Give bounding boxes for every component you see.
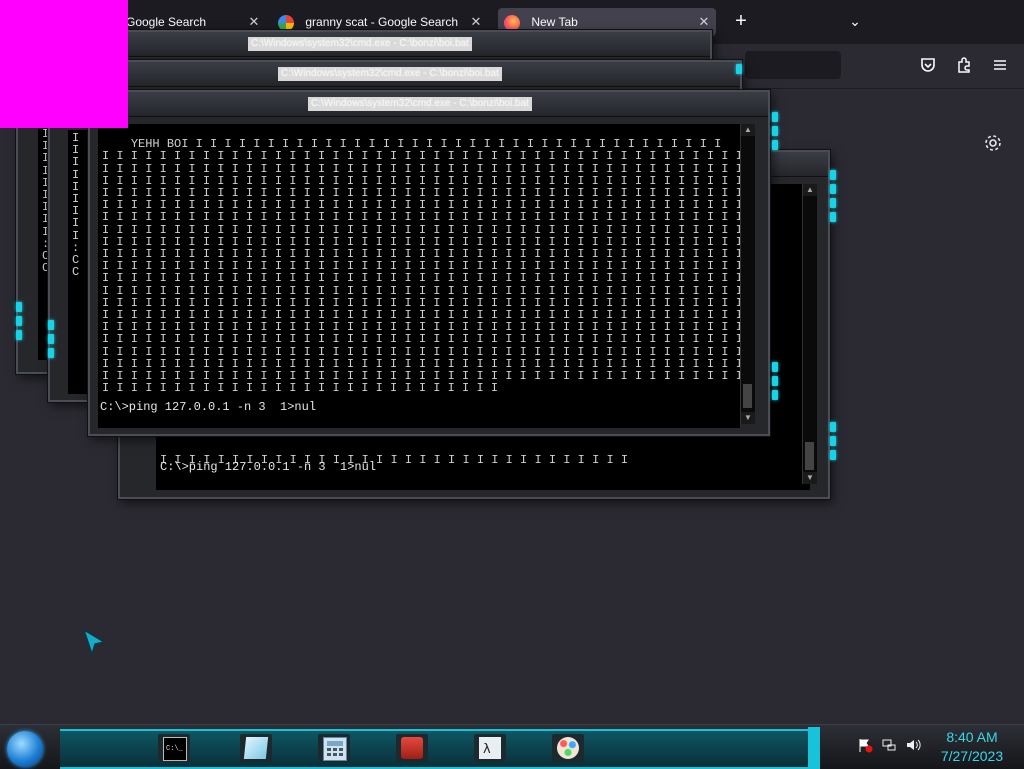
- taskbar-toolbox[interactable]: [396, 734, 428, 762]
- taskbar: C:\_ λ 8:40 AM 7/27/2023: [0, 724, 1024, 769]
- cyan-studs-decoration: [736, 64, 742, 78]
- google-icon: [278, 14, 294, 31]
- cyan-studs-decoration: [830, 170, 836, 226]
- cmd-window-title: C:\Windows\system32\cmd.exe - C:\bonzi\b…: [308, 97, 532, 111]
- notes-icon: [243, 737, 269, 759]
- calculator-icon: [323, 737, 347, 761]
- scroll-up-arrow-icon[interactable]: ▲: [741, 124, 755, 136]
- cmd-window-front[interactable]: C:\Windows\system32\cmd.exe - C:\bonzi\b…: [88, 90, 778, 436]
- pocket-icon[interactable]: [918, 56, 938, 76]
- console-text: I I I I I I I I I : C C: [72, 131, 80, 280]
- system-clock[interactable]: 8:40 AM 7/27/2023: [930, 728, 1014, 766]
- taskbar-terminal[interactable]: λ: [474, 734, 506, 762]
- tab-label: New Tab: [531, 15, 578, 29]
- cmd-icon: C:\_: [163, 737, 187, 761]
- console-prompt: C:\>ping 127.0.0.1 -n 3 1>nul: [160, 460, 377, 474]
- console-text: YEHH BOI I I I I I I I I I I I I I I I I…: [102, 137, 740, 396]
- cyan-studs-decoration: [48, 320, 54, 362]
- toolbox-icon: [401, 737, 423, 759]
- taskbar-paint[interactable]: [552, 734, 584, 762]
- cmd-titlebar[interactable]: C:\Windows\system32\cmd.exe - C:\bonzi\b…: [70, 32, 710, 57]
- action-center-flag-icon[interactable]: [856, 737, 874, 755]
- tab-label: granny scat - Google Search: [305, 15, 459, 29]
- scroll-down-arrow-icon[interactable]: ▼: [741, 412, 755, 424]
- tab-label: Google Search: [126, 15, 207, 29]
- console-scrollbar[interactable]: ▲ ▼: [802, 184, 817, 484]
- cyan-studs-decoration: [772, 112, 778, 154]
- cyan-studs-decoration: [16, 302, 22, 344]
- mouse-cursor-icon: [82, 628, 108, 660]
- extensions-icon[interactable]: [954, 56, 974, 76]
- scroll-up-arrow-icon[interactable]: ▲: [803, 184, 817, 196]
- console-scrollbar[interactable]: ▲ ▼: [740, 124, 755, 424]
- taskbar-calculator[interactable]: [318, 734, 350, 762]
- cyan-studs-decoration: [830, 422, 836, 464]
- cmd-titlebar[interactable]: C:\Windows\system32\cmd.exe - C:\bonzi\b…: [94, 62, 740, 87]
- start-orb-icon[interactable]: [7, 731, 43, 767]
- cmd-window-title: C:\Windows\system32\cmd.exe - C:\bonzi\b…: [278, 67, 502, 81]
- paint-icon: [557, 737, 579, 759]
- svg-text:λ: λ: [483, 742, 491, 757]
- taskbar-notes[interactable]: [240, 734, 272, 762]
- taskbar-cmd[interactable]: C:\_: [158, 734, 190, 762]
- cmd-window-title: C:\Windows\system32\cmd.exe - C:\bonzi\b…: [248, 37, 472, 51]
- svg-text:C:\_: C:\_: [166, 745, 184, 753]
- firefox-icon: [504, 14, 520, 31]
- console-prompt: C:\>ping 127.0.0.1 -n 3 1>nul: [100, 400, 317, 414]
- volume-icon[interactable]: [904, 737, 922, 755]
- console-screen: YEHH BOI I I I I I I I I I I I I I I I I…: [98, 124, 740, 428]
- scroll-thumb[interactable]: [743, 384, 752, 408]
- clock-date: 7/27/2023: [940, 748, 1004, 764]
- gear-icon[interactable]: [982, 133, 1004, 155]
- cmd-titlebar[interactable]: C:\Windows\system32\cmd.exe - C:\bonzi\b…: [90, 92, 768, 117]
- magenta-overlay-block: [0, 0, 128, 128]
- new-tab-button[interactable]: +: [730, 10, 752, 32]
- network-icon[interactable]: [880, 737, 898, 755]
- scroll-down-arrow-icon[interactable]: ▼: [803, 472, 817, 484]
- terminal-icon: λ: [479, 737, 501, 759]
- cyan-studs-decoration: [772, 362, 778, 404]
- clock-time: 8:40 AM: [946, 729, 998, 745]
- url-bar[interactable]: [745, 51, 841, 79]
- hamburger-menu-icon[interactable]: [990, 56, 1010, 76]
- list-all-tabs-button[interactable]: ⌄: [844, 10, 866, 32]
- scroll-thumb[interactable]: [805, 442, 814, 470]
- show-desktop-button[interactable]: [808, 727, 820, 767]
